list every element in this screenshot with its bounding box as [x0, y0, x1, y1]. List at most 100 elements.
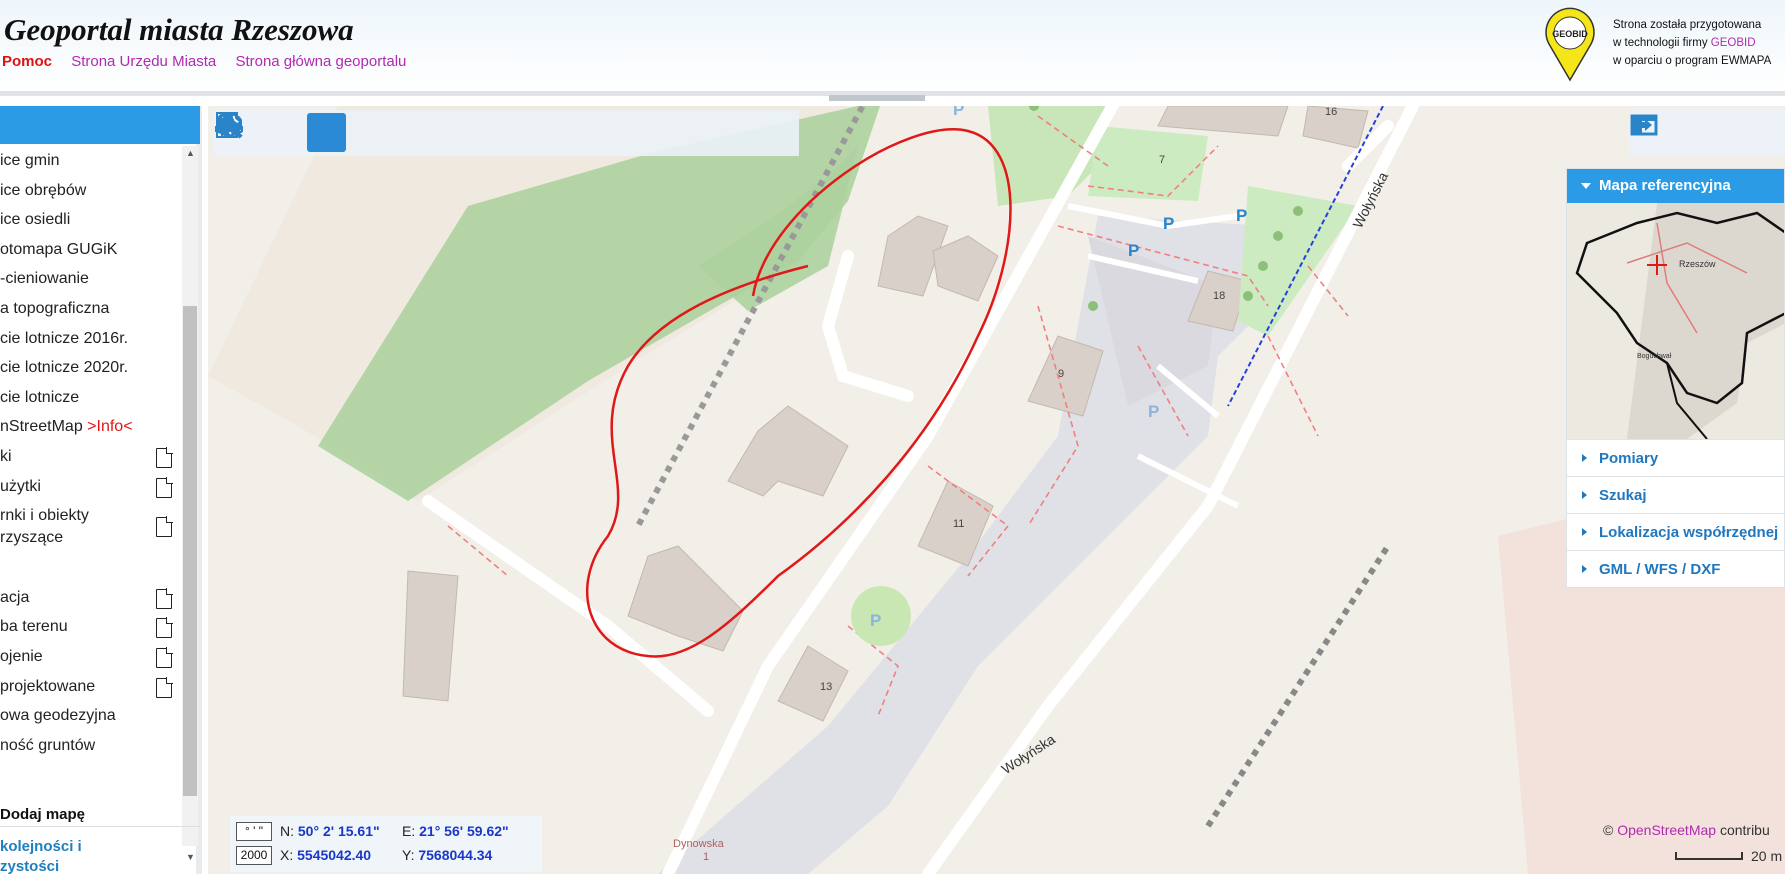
layer-item[interactable]: cie lotnicze	[0, 383, 182, 413]
parking-label-5: P	[1148, 402, 1160, 421]
header: Geoportal miasta Rzeszowa Pomoc Strona U…	[0, 0, 1785, 96]
layer-item[interactable]: ki	[0, 442, 182, 472]
layer-item[interactable]: owa geodezyjna	[0, 701, 182, 731]
forward-arrow-icon[interactable]	[217, 113, 481, 152]
legend-document-icon[interactable]	[156, 516, 173, 538]
link-icon[interactable]	[216, 113, 526, 152]
building-number-16: 16	[1325, 106, 1338, 118]
scale-bar-label: 20 m	[1751, 848, 1783, 864]
longitude-readout: E: 21° 56' 59.62"	[402, 823, 509, 839]
layer-item[interactable]: otomapa GUGiK	[0, 235, 182, 265]
format-2000-button[interactable]: 2000	[236, 846, 272, 865]
panel-toggle-arrow-icon[interactable]	[1630, 113, 1761, 152]
legend-document-icon[interactable]	[156, 646, 173, 668]
building-number-13: 13	[820, 681, 833, 693]
geobid-link[interactable]: GEOBID	[1711, 37, 1756, 49]
scrollbar-thumb[interactable]	[183, 306, 197, 796]
panel-resize-grip[interactable]	[829, 95, 925, 101]
layer-item[interactable]: rnki i obiekty rzyszące	[0, 501, 182, 553]
technology-line-1: Strona została przygotowana	[1613, 19, 1762, 31]
map-canvas[interactable]: Wołyńska Wołyńska Dynowska 1 16 7 18 9 1…	[208, 106, 1785, 874]
layer-item-label: rnki i obiekty	[0, 507, 89, 525]
layer-item[interactable]: ice osiedli	[0, 205, 182, 235]
scale-bar	[1675, 852, 1743, 860]
city-office-link[interactable]: Strona Urzędu Miasta	[71, 53, 216, 70]
parking-label-2: P	[1236, 206, 1248, 225]
legend-document-icon[interactable]	[156, 446, 173, 468]
layer-item[interactable]: ice obrębów	[0, 176, 182, 206]
info-icon[interactable]	[223, 112, 571, 152]
reference-map[interactable]: Rzeszów Boguchwał	[1567, 203, 1784, 439]
globe-icon[interactable]	[217, 113, 751, 152]
building-number-11: 11	[953, 518, 965, 530]
add-map-button[interactable]: Dodaj mapę	[0, 806, 85, 823]
building-number-18: 18	[1213, 290, 1226, 302]
left-panel-footer: kolejności i zystości	[0, 826, 200, 886]
layer-item-label: ojenie	[0, 647, 43, 665]
x-coordinate-readout: X: 5545042.40	[280, 847, 372, 863]
y-coordinate-readout: Y: 7568044.34	[402, 847, 493, 863]
layer-item[interactable]	[0, 553, 182, 583]
accordion-measurements[interactable]: Pomiary	[1567, 439, 1784, 476]
geobid-logo-text: GEOBID	[1552, 29, 1588, 39]
order-visibility-link[interactable]: kolejności i zystości	[0, 837, 82, 877]
openstreetmap-link[interactable]: OpenStreetMap	[1617, 822, 1716, 838]
layer-item[interactable]: acja	[0, 583, 182, 613]
legend-document-icon[interactable]	[156, 476, 173, 498]
layers-panel: ice gmin ice obrębów ice osiedli otomapa GU…	[0, 106, 202, 875]
layer-item-label-line2: rzyszące	[0, 529, 64, 547]
accordion-coordinate-location[interactable]: Lokalizacja współrzędnej	[1567, 513, 1784, 550]
technology-line-2: w technologii firmy GEOBID	[1613, 37, 1756, 49]
map-attribution: © OpenStreetMap contribu	[1603, 822, 1770, 838]
map-label-street-dynowska: Dynowska	[673, 838, 724, 850]
window-split-icon[interactable]	[1630, 113, 1716, 152]
header-links: Pomoc Strona Urzędu Miasta Strona główna…	[2, 53, 421, 70]
zoom-out-icon[interactable]	[216, 112, 301, 152]
info-edit-icon[interactable]	[216, 112, 616, 152]
layer-item-label: ice osiedli	[0, 211, 71, 229]
layer-item[interactable]: ice gmin	[0, 146, 182, 176]
layer-item[interactable]: użytki	[0, 472, 182, 502]
layer-item-label: ność gruntów	[0, 736, 96, 754]
legend-document-icon[interactable]	[156, 587, 173, 609]
geobid-logo[interactable]: GEOBID	[1543, 6, 1597, 82]
accordion-gml-wfs-dxf[interactable]: GML / WFS / DXF	[1567, 550, 1784, 587]
ruler-icon[interactable]	[215, 113, 661, 152]
layer-item[interactable]: nStreetMap >Info<	[0, 412, 182, 442]
legend-document-icon[interactable]	[156, 676, 173, 698]
scroll-up-arrow-icon[interactable]: ▲	[186, 148, 195, 158]
layer-item[interactable]: cie lotnicze 2016r.	[0, 324, 182, 354]
printer-icon[interactable]	[217, 113, 706, 152]
parking-label-1: P	[1163, 214, 1175, 233]
zoom-area-icon[interactable]	[216, 112, 391, 152]
layer-item[interactable]: ność gruntów	[0, 731, 182, 761]
reference-map-city-label: Rzeszów	[1679, 259, 1716, 269]
layer-info-link[interactable]: >Info<	[87, 418, 132, 435]
layer-item-label: cie lotnicze	[0, 388, 80, 406]
reference-map-header[interactable]: Mapa referencyjna	[1567, 169, 1784, 203]
layer-item-label: a topograficzna	[0, 299, 110, 317]
legend-document-icon[interactable]	[156, 617, 173, 639]
map-base	[208, 106, 1785, 874]
reference-map-panel: Mapa referencyjna Rzeszów Boguchwał Pomi…	[1566, 168, 1785, 588]
layer-item[interactable]: ba terenu	[0, 612, 182, 642]
back-arrow-icon[interactable]	[217, 113, 436, 152]
layer-list-scrollbar[interactable]: ▲ ▼	[182, 146, 198, 862]
layer-item[interactable]: projektowane	[0, 672, 182, 702]
help-link[interactable]: Pomoc	[2, 53, 52, 70]
layer-item-label: ice obrębów	[0, 181, 87, 199]
building-number-7: 7	[1159, 154, 1166, 166]
map-toolbar	[214, 110, 799, 156]
geoportal-home-link[interactable]: Strona główna geoportalu	[235, 53, 406, 70]
window-extra-icon[interactable]	[1630, 113, 1785, 152]
pan-hand-icon[interactable]	[220, 112, 346, 152]
layer-item[interactable]: -cieniowanie	[0, 264, 182, 294]
layer-item-label: -cieniowanie	[0, 270, 89, 288]
layer-item[interactable]: ojenie	[0, 642, 182, 672]
video-camera-icon[interactable]	[216, 113, 796, 152]
format-dms-button[interactable]: ° ' "	[236, 822, 272, 841]
accordion-search[interactable]: Szukaj	[1567, 476, 1784, 513]
layer-item[interactable]: cie lotnicze 2020r.	[0, 353, 182, 383]
layer-item-label: projektowane	[0, 677, 96, 695]
layer-item[interactable]: a topograficzna	[0, 294, 182, 324]
